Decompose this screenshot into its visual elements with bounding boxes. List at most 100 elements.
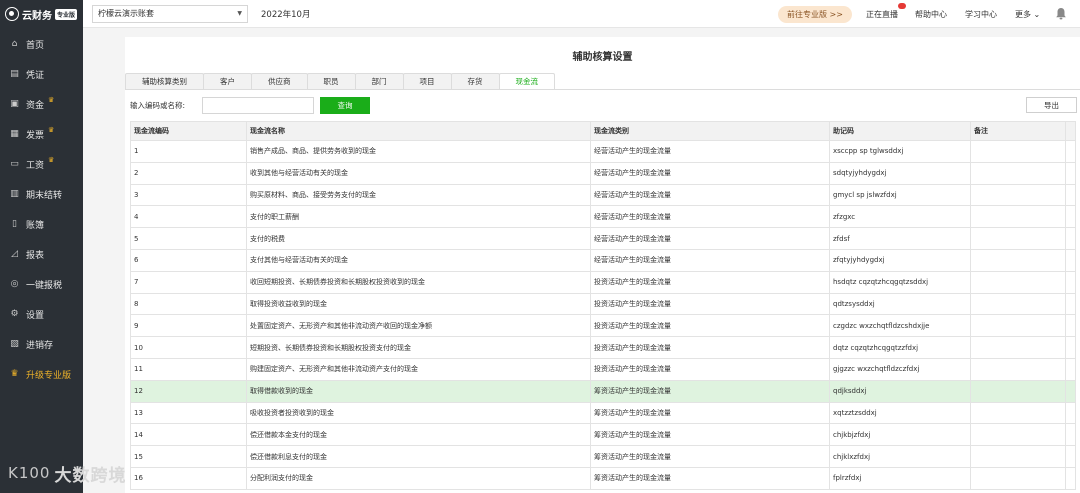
cell-mnemonic: zfqtyjyhdygdxj bbox=[829, 248, 971, 272]
bell-icon[interactable] bbox=[1055, 7, 1067, 20]
tab-7[interactable]: 现金流 bbox=[498, 73, 555, 89]
tab-1[interactable]: 客户 bbox=[203, 73, 252, 89]
sidebar-item-label: 首页 bbox=[26, 40, 45, 51]
top-bar: 柠檬云演示账套 ▼ 2022年10月 前往专业版 >> 正在直播 帮助中心 学习… bbox=[83, 0, 1080, 28]
search-button[interactable]: 查询 bbox=[320, 96, 370, 114]
sidebar-item-6[interactable]: ▯ 账簿 bbox=[0, 209, 83, 239]
watermark-logo: K100 bbox=[8, 464, 51, 482]
cell-scroll bbox=[1065, 466, 1076, 490]
cell-remark bbox=[970, 248, 1066, 272]
tab-3[interactable]: 职员 bbox=[306, 73, 356, 89]
table-row[interactable]: 16 分配利润支付的现金 筹资活动产生的现金流量 fplrzfdxj bbox=[130, 466, 1076, 490]
cell-mnemonic: gjgzzc wxzchqtfldzczfdxj bbox=[829, 357, 971, 381]
search-label: 输入编码或名称: bbox=[130, 100, 186, 110]
sidebar-item-label: 升级专业版 bbox=[26, 370, 72, 381]
sidebar-item-label: 发票 bbox=[26, 130, 45, 141]
cell-code: 5 bbox=[130, 227, 247, 250]
cell-mnemonic: qdjksddxj bbox=[829, 379, 971, 403]
cell-remark bbox=[970, 161, 1066, 185]
help-center-link[interactable]: 帮助中心 bbox=[915, 9, 947, 20]
sidebar-item-5[interactable]: ▥ 期末结转 bbox=[0, 179, 83, 209]
sidebar-item-3[interactable]: ▦ 发票 ♛ bbox=[0, 119, 83, 149]
table-row[interactable]: 7 收回短期投资、长期债券投资和长期股权投资收到的现金 投资活动产生的现金流量 hsd… bbox=[130, 270, 1076, 294]
live-link[interactable]: 正在直播 bbox=[866, 9, 898, 20]
sidebar-item-label: 设置 bbox=[26, 310, 45, 321]
gear-icon: ⚙ bbox=[10, 309, 19, 319]
table-row[interactable]: 3 购买原材料、商品、接受劳务支付的现金 经营活动产生的现金流量 gmycl sp j… bbox=[130, 183, 1076, 207]
cell-category: 投资活动产生的现金流量 bbox=[590, 314, 830, 338]
tab-0[interactable]: 辅助核算类别 bbox=[125, 73, 204, 89]
tab-6[interactable]: 存货 bbox=[450, 73, 500, 89]
table-row[interactable]: 9 处置固定资产、无形资产和其他非流动资产收回的现金净额 投资活动产生的现金流量 cz… bbox=[130, 314, 1076, 338]
table-row[interactable]: 10 短期投资、长期债券投资和长期股权投资支付的现金 投资活动产生的现金流量 dqtz… bbox=[130, 336, 1076, 359]
learning-center-link[interactable]: 学习中心 bbox=[965, 9, 997, 20]
cell-scroll bbox=[1065, 379, 1076, 403]
table-row[interactable]: 12 取得借款收到的现金 筹资活动产生的现金流量 qdjksddxj bbox=[130, 379, 1076, 403]
sidebar-item-11[interactable]: ♛ 升级专业版 bbox=[0, 359, 83, 389]
cell-category: 筹资活动产生的现金流量 bbox=[590, 423, 830, 447]
cell-code: 14 bbox=[130, 423, 247, 447]
cell-name: 支付的职工薪酬 bbox=[246, 205, 591, 229]
sidebar-item-8[interactable]: ◎ 一键报税 bbox=[0, 269, 83, 299]
table-body: 1 销售产成品、商品、提供劳务收到的现金 经营活动产生的现金流量 xsccpp sp … bbox=[130, 140, 1076, 490]
cell-name: 偿还借款本金支付的现金 bbox=[246, 423, 591, 447]
tab-4[interactable]: 部门 bbox=[354, 73, 404, 89]
cell-code: 13 bbox=[130, 401, 247, 425]
tab-2[interactable]: 供应商 bbox=[251, 73, 308, 89]
sidebar-item-0[interactable]: ⌂ 首页 bbox=[0, 29, 83, 59]
table-row[interactable]: 2 收到其他与经营活动有关的现金 经营活动产生的现金流量 sdqtyjyhdygdxj bbox=[130, 161, 1076, 185]
cell-remark bbox=[970, 314, 1066, 338]
col-header-mnemonic[interactable]: 助记码 bbox=[829, 121, 971, 141]
table-row[interactable]: 11 购建固定资产、无形资产和其他非流动资产支付的现金 投资活动产生的现金流量 gjg… bbox=[130, 357, 1076, 381]
table-row[interactable]: 1 销售产成品、商品、提供劳务收到的现金 经营活动产生的现金流量 xsccpp sp … bbox=[130, 140, 1076, 163]
cell-mnemonic: zfdsf bbox=[829, 227, 971, 250]
tab-5[interactable]: 项目 bbox=[402, 73, 452, 89]
cell-scroll bbox=[1065, 292, 1076, 316]
search-input[interactable] bbox=[202, 96, 314, 114]
col-header-name[interactable]: 现金流名称 bbox=[246, 121, 591, 141]
table-row[interactable]: 5 支付的税费 经营活动产生的现金流量 zfdsf bbox=[130, 227, 1076, 250]
cell-scroll bbox=[1065, 183, 1076, 207]
upgrade-pro-button[interactable]: 前往专业版 >> bbox=[778, 6, 852, 23]
sidebar-item-9[interactable]: ⚙ 设置 bbox=[0, 299, 83, 329]
table-row[interactable]: 6 支付其他与经营活动有关的现金 经营活动产生的现金流量 zfqtyjyhdygdxj bbox=[130, 248, 1076, 272]
cell-remark bbox=[970, 357, 1066, 381]
table-row[interactable]: 15 偿还借款利息支付的现金 筹资活动产生的现金流量 chjklxzfdxj bbox=[130, 445, 1076, 468]
accounting-period[interactable]: 2022年10月 bbox=[261, 8, 310, 20]
col-header-remark[interactable]: 备注 bbox=[970, 121, 1066, 141]
cell-category: 筹资活动产生的现金流量 bbox=[590, 445, 830, 468]
cell-remark bbox=[970, 445, 1066, 468]
sidebar-item-4[interactable]: ▭ 工资 ♛ bbox=[0, 149, 83, 179]
cell-remark bbox=[970, 379, 1066, 403]
table-row[interactable]: 13 吸收投资者投资收到的现金 筹资活动产生的现金流量 xqtzztzsddxj bbox=[130, 401, 1076, 425]
col-header-category[interactable]: 现金流类别 bbox=[590, 121, 830, 141]
app-logo[interactable]: 云财务 专业版 bbox=[0, 0, 83, 28]
sidebar-item-1[interactable]: ▤ 凭证 bbox=[0, 59, 83, 89]
cell-scroll bbox=[1065, 445, 1076, 468]
cell-remark bbox=[970, 227, 1066, 250]
cell-category: 经营活动产生的现金流量 bbox=[590, 248, 830, 272]
cell-mnemonic: dqtz cqzqtzhcqgqtzzfdxj bbox=[829, 336, 971, 359]
cell-name: 偿还借款利息支付的现金 bbox=[246, 445, 591, 468]
cell-name: 处置固定资产、无形资产和其他非流动资产收回的现金净额 bbox=[246, 314, 591, 338]
cell-category: 投资活动产生的现金流量 bbox=[590, 270, 830, 294]
table-row[interactable]: 14 偿还借款本金支付的现金 筹资活动产生的现金流量 chjkbjzfdxj bbox=[130, 423, 1076, 447]
cell-category: 经营活动产生的现金流量 bbox=[590, 227, 830, 250]
sidebar-item-7[interactable]: ◿ 报表 bbox=[0, 239, 83, 269]
sidebar-item-10[interactable]: ▧ 进销存 bbox=[0, 329, 83, 359]
cell-name: 分配利润支付的现金 bbox=[246, 466, 591, 490]
cell-category: 投资活动产生的现金流量 bbox=[590, 336, 830, 359]
cell-scroll bbox=[1065, 270, 1076, 294]
table-row[interactable]: 4 支付的职工薪酬 经营活动产生的现金流量 zfzgxc bbox=[130, 205, 1076, 229]
cell-code: 8 bbox=[130, 292, 247, 316]
table-row[interactable]: 8 取得投资收益收到的现金 投资活动产生的现金流量 qdtzsysddxj bbox=[130, 292, 1076, 316]
export-button[interactable]: 导出 bbox=[1026, 97, 1077, 113]
more-menu[interactable]: 更多 ⌄ bbox=[1015, 9, 1040, 20]
account-select[interactable]: 柠檬云演示账套 ▼ bbox=[92, 4, 248, 23]
search-row: 输入编码或名称: 查询 bbox=[130, 96, 370, 114]
cell-remark bbox=[970, 205, 1066, 229]
col-header-code[interactable]: 现金流编码 bbox=[130, 121, 247, 141]
chevron-down-icon: ▼ bbox=[237, 10, 242, 17]
cell-remark bbox=[970, 336, 1066, 359]
sidebar-item-2[interactable]: ▣ 资金 ♛ bbox=[0, 89, 83, 119]
